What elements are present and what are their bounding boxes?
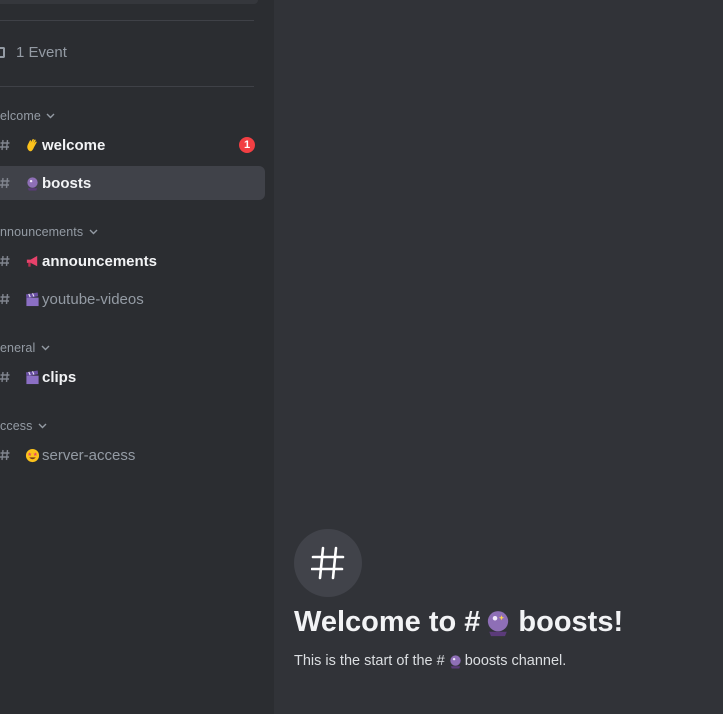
text-channel-icon bbox=[0, 177, 12, 189]
category-label: elcome bbox=[0, 109, 41, 123]
welcome-prefix: Welcome to # bbox=[294, 606, 481, 638]
channel-clips[interactable]: clips bbox=[0, 360, 265, 394]
events-label: 1 Event bbox=[16, 43, 67, 61]
chevron-down-icon bbox=[37, 421, 47, 431]
subtitle-channel-name: boosts channel. bbox=[464, 653, 567, 669]
channel-server-access[interactable]: server-access bbox=[0, 438, 265, 472]
channel-youtube-videos[interactable]: youtube-videos bbox=[0, 282, 265, 316]
channel-name: announcements bbox=[42, 252, 158, 270]
category-label: nnouncements bbox=[0, 225, 84, 239]
text-channel-icon bbox=[0, 139, 12, 151]
calendar-icon bbox=[0, 44, 8, 60]
text-channel-icon bbox=[0, 255, 12, 267]
channel-sidebar: 1 Event elcome welcome 1 boosts nnouncem… bbox=[0, 0, 274, 714]
chevron-down-icon bbox=[46, 111, 56, 121]
clapper-board-icon bbox=[24, 291, 40, 307]
sidebar-top-button-edge[interactable] bbox=[0, 0, 258, 4]
channel-name: youtube-videos bbox=[42, 290, 144, 308]
channel-name: welcome bbox=[42, 136, 106, 154]
waving-hand-icon bbox=[24, 137, 40, 153]
crystal-ball-icon bbox=[24, 175, 40, 191]
hash-icon bbox=[311, 546, 345, 580]
clapper-board-icon bbox=[24, 369, 40, 385]
events-button[interactable]: 1 Event bbox=[0, 40, 67, 64]
category-welcome[interactable]: elcome bbox=[0, 107, 56, 125]
category-general[interactable]: eneral bbox=[0, 339, 50, 357]
chevron-down-icon bbox=[40, 343, 50, 353]
crystal-ball-icon bbox=[448, 654, 463, 669]
category-access[interactable]: ccess bbox=[0, 417, 47, 435]
channel-hash-avatar bbox=[294, 529, 362, 597]
text-channel-icon bbox=[0, 449, 12, 461]
welcome-subtitle: This is the start of the # boosts channe… bbox=[294, 653, 566, 669]
chevron-down-icon bbox=[88, 227, 98, 237]
crystal-ball-icon bbox=[484, 609, 512, 637]
star-struck-face-icon bbox=[24, 447, 40, 463]
text-channel-icon bbox=[0, 371, 12, 383]
subtitle-prefix: This is the start of the # bbox=[294, 653, 445, 669]
text-channel-icon bbox=[0, 293, 12, 305]
channel-welcome[interactable]: welcome 1 bbox=[0, 128, 265, 162]
channel-announcements[interactable]: announcements bbox=[0, 244, 265, 278]
discord-app: 1 Event elcome welcome 1 boosts nnouncem… bbox=[0, 0, 723, 714]
category-announcements[interactable]: nnouncements bbox=[0, 223, 98, 241]
category-label: eneral bbox=[0, 341, 36, 355]
channel-name: boosts bbox=[42, 174, 92, 192]
channel-boosts[interactable]: boosts bbox=[0, 166, 265, 200]
channel-name: server-access bbox=[42, 446, 136, 464]
sidebar-divider bbox=[0, 20, 254, 21]
megaphone-icon bbox=[24, 253, 40, 269]
mention-badge: 1 bbox=[239, 137, 255, 153]
category-label: ccess bbox=[0, 419, 33, 433]
channel-name: clips bbox=[42, 368, 77, 386]
chat-area: Welcome to # boosts! This is the start o… bbox=[274, 0, 723, 714]
sidebar-divider bbox=[0, 86, 254, 87]
welcome-channel-name: boosts! bbox=[518, 606, 624, 638]
welcome-heading: Welcome to # boosts! bbox=[294, 606, 623, 639]
